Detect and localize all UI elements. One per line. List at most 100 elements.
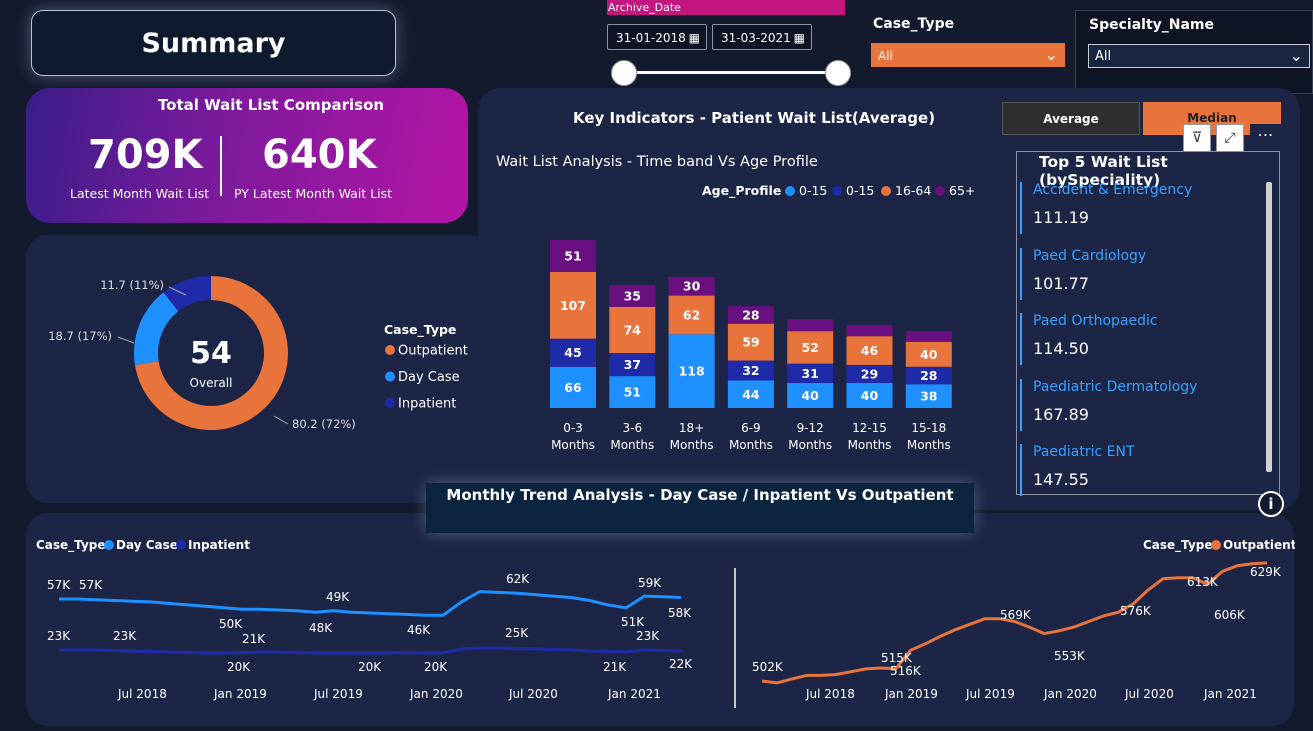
series-line xyxy=(59,646,682,655)
bar-category-label: 12-15 xyxy=(852,421,887,435)
start-date-input[interactable]: 31-01-2018 ▦ xyxy=(607,24,707,50)
calendar-icon[interactable]: ▦ xyxy=(794,25,805,51)
legend-marker xyxy=(1211,540,1221,550)
legend-marker xyxy=(832,186,842,196)
top5-item-accent xyxy=(1020,378,1022,431)
donut-data-label: 80.2 (72%) xyxy=(292,417,356,431)
top5-item-accent xyxy=(1020,182,1022,234)
line-data-label: 20K xyxy=(424,660,448,674)
x-tick-label: Jul 2019 xyxy=(313,687,363,701)
line-data-label: 20K xyxy=(227,660,251,674)
line-data-label: 515K xyxy=(881,651,913,665)
bar-data-label: 40 xyxy=(861,388,879,403)
bar-data-label: 30 xyxy=(683,279,701,294)
total-wait-list-card: Total Wait List Comparison 709K Latest M… xyxy=(26,88,468,223)
scrollbar[interactable] xyxy=(1266,182,1272,472)
bar-data-label: 45 xyxy=(564,345,581,360)
top5-item-accent xyxy=(1020,247,1022,300)
bar-data-label: 28 xyxy=(742,307,759,322)
line-data-label: 22K xyxy=(669,657,693,671)
bar-category-label: Months xyxy=(729,438,773,452)
top5-item-name: Paed Orthopaedic xyxy=(1033,313,1158,329)
bar-chart-title: Wait List Analysis - Time band Vs Age Pr… xyxy=(496,154,818,170)
donut-leader-line xyxy=(117,336,135,344)
monthly-trend-title-box: Monthly Trend Analysis - Day Case / Inpa… xyxy=(426,483,974,533)
bar-category-label: Months xyxy=(610,438,654,452)
bar-data-label: 66 xyxy=(564,380,582,395)
x-tick-label: Jan 2019 xyxy=(213,687,267,701)
end-date-value: 31-03-2021 xyxy=(721,31,791,45)
bar-data-label: 51 xyxy=(624,385,641,400)
case-type-dropdown[interactable]: All ⌄ xyxy=(871,43,1065,67)
age-profile-bar-chart: Wait List Analysis - Time band Vs Age Pr… xyxy=(496,154,975,452)
top5-item-name: Accident & Emergency xyxy=(1033,182,1193,198)
line-data-label: 576K xyxy=(1120,604,1152,618)
specialty-dropdown[interactable]: All ⌄ xyxy=(1088,44,1310,68)
end-date-input[interactable]: 31-03-2021 ▦ xyxy=(712,24,812,50)
top5-wait-list: Top 5 Wait List (bySpeciality) Accident … xyxy=(1016,151,1280,496)
legend-marker xyxy=(176,540,186,550)
top5-item-accent xyxy=(1020,444,1022,496)
calendar-icon[interactable]: ▦ xyxy=(689,25,700,51)
line-data-label: 502K xyxy=(752,660,784,674)
more-options-icon[interactable]: ⋯ xyxy=(1250,124,1282,152)
bar-data-label: 28 xyxy=(920,368,937,383)
slider-end-handle[interactable] xyxy=(825,60,851,86)
bar-data-label: 74 xyxy=(624,322,642,337)
bar-data-label: 46 xyxy=(861,343,879,358)
chevron-down-icon: ⌄ xyxy=(1044,45,1058,64)
line-data-label: 613K xyxy=(1187,575,1219,589)
bar-data-label: 62 xyxy=(683,307,700,322)
line-data-label: 23K xyxy=(47,629,71,643)
key-indicators-title: Key Indicators - Patient Wait List(Avera… xyxy=(573,109,936,127)
summary-title-button[interactable]: Summary xyxy=(31,10,396,76)
legend-marker xyxy=(385,371,395,382)
outpatient-line-chart: Case_Type Outpatient 502K 515K516K 569K 553K 5… xyxy=(752,538,1295,701)
bar-category-label: Months xyxy=(907,438,951,452)
bar-data-label: 52 xyxy=(801,340,818,355)
top5-item-value: 101.77 xyxy=(1033,273,1089,293)
bar-category-label: Months xyxy=(551,438,595,452)
bar-data-label: 35 xyxy=(624,288,641,303)
line-data-label: 21K xyxy=(242,632,266,646)
line-data-label: 49K xyxy=(326,590,350,604)
latest-wait-label: Latest Month Wait List xyxy=(70,186,210,201)
line-data-label: 569K xyxy=(1000,608,1032,622)
average-toggle-button[interactable]: Average xyxy=(1002,102,1140,135)
bar-data-label: 32 xyxy=(742,363,759,378)
case-type-value: All xyxy=(878,49,893,63)
slider-start-handle[interactable] xyxy=(611,60,637,86)
specialty-value: All xyxy=(1095,49,1112,64)
line-data-label: 58K xyxy=(668,606,692,620)
line-data-label: 516K xyxy=(890,664,922,678)
filter-icon[interactable]: ⊽ xyxy=(1183,124,1211,152)
bar-category-label: 15-18 xyxy=(911,421,946,435)
legend-label: Inpatient xyxy=(188,538,250,552)
monthly-trend-title: Monthly Trend Analysis - Day Case / Inpa… xyxy=(446,486,954,504)
top5-item-value: 167.89 xyxy=(1033,404,1089,424)
case-type-slicer-title: Case_Type xyxy=(873,16,955,32)
legend-marker xyxy=(785,186,795,196)
legend-label: Outpatient xyxy=(1223,538,1295,552)
top5-item-value: 147.55 xyxy=(1033,470,1089,489)
bar-data-label: 118 xyxy=(679,364,705,379)
donut-center-label: Overall xyxy=(190,376,233,390)
donut-leader-line xyxy=(273,415,289,425)
bar-category-label: 3-6 xyxy=(622,421,642,435)
legend-marker xyxy=(104,540,114,550)
bar-category-label: 6-9 xyxy=(741,421,761,435)
date-range-slider[interactable] xyxy=(622,71,837,74)
legend-label: Day Case xyxy=(116,538,178,552)
legend-marker xyxy=(385,345,395,355)
specialty-slicer-title: Specialty_Name xyxy=(1089,17,1215,33)
legend-label: Day Case xyxy=(398,370,460,385)
top5-item-name: Paed Cardiology xyxy=(1033,247,1147,264)
line-data-label: 606K xyxy=(1214,608,1246,622)
info-icon[interactable]: i xyxy=(1258,491,1284,517)
focus-mode-icon[interactable]: ⤢ xyxy=(1216,124,1244,152)
bar-data-label: 59 xyxy=(742,335,759,350)
legend-label: 0-15 xyxy=(799,183,827,198)
x-tick-label: Jan 2021 xyxy=(607,687,661,701)
series-line xyxy=(59,590,682,617)
donut-center-value: 54 xyxy=(190,336,232,371)
